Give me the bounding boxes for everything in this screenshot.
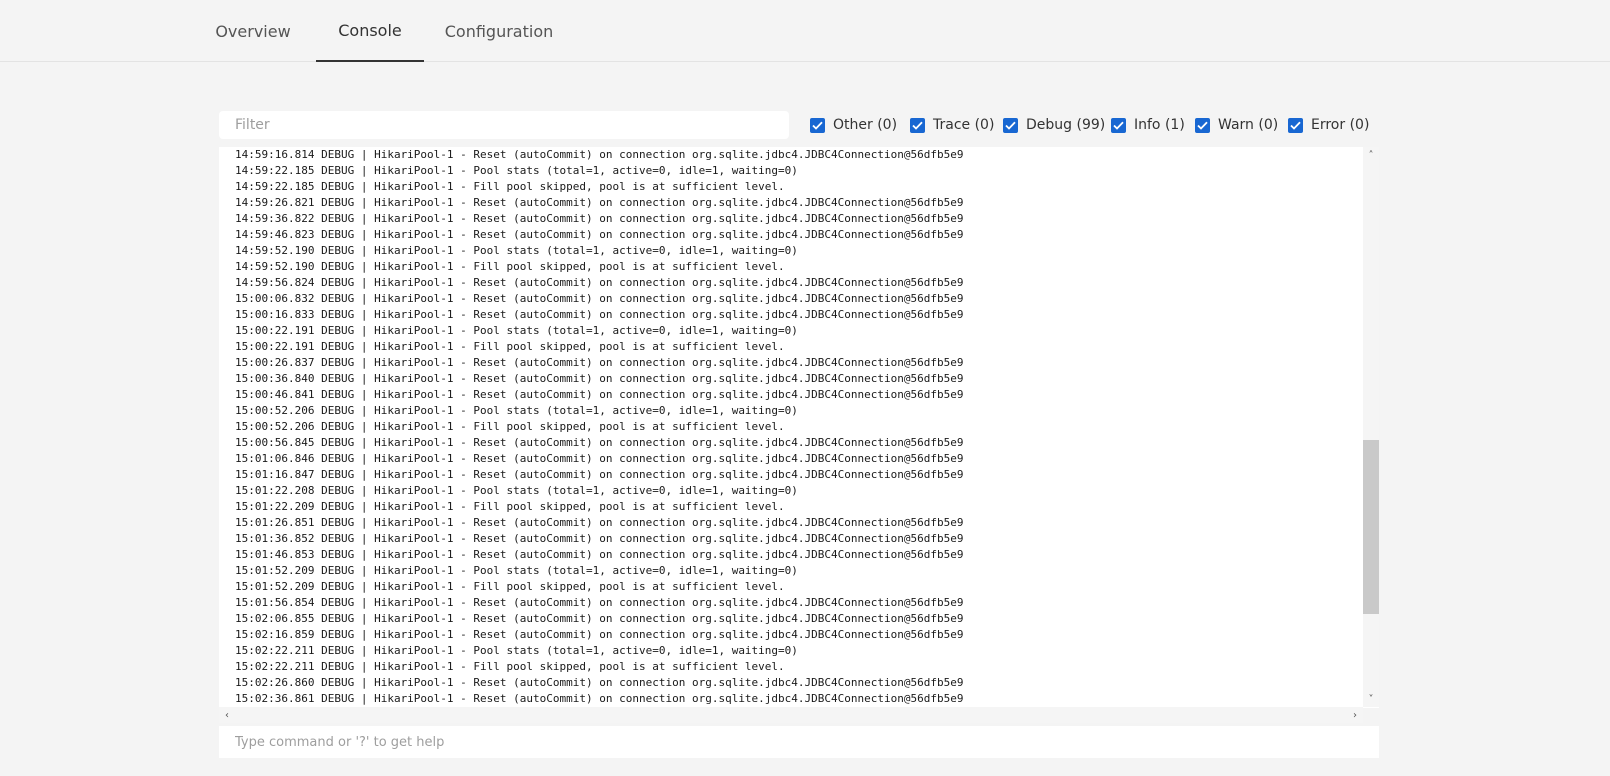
checkmark-icon (810, 117, 825, 133)
level-other-checkbox[interactable]: Other (0) (810, 114, 897, 136)
tab-configuration[interactable]: Configuration (436, 0, 562, 62)
log-line: 15:01:56.854 DEBUG | HikariPool-1 - Rese… (235, 596, 964, 609)
console-log[interactable]: 14:59:16.814 DEBUG | HikariPool-1 - Rese… (219, 147, 1379, 708)
log-line: 15:02:22.211 DEBUG | HikariPool-1 - Fill… (235, 660, 785, 673)
checkmark-icon (1111, 117, 1126, 133)
log-line: 15:01:26.851 DEBUG | HikariPool-1 - Rese… (235, 516, 964, 529)
checkmark-icon (1195, 117, 1210, 133)
log-line: 15:00:52.206 DEBUG | HikariPool-1 - Pool… (235, 404, 798, 417)
tab-bar: Overview Console Configuration (0, 0, 1610, 62)
log-line: 14:59:22.185 DEBUG | HikariPool-1 - Fill… (235, 180, 785, 193)
horizontal-scrollbar[interactable] (219, 707, 1363, 723)
filter-input[interactable] (219, 111, 789, 139)
level-warn-checkbox[interactable]: Warn (0) (1195, 114, 1278, 136)
log-line: 15:01:36.852 DEBUG | HikariPool-1 - Rese… (235, 532, 964, 545)
level-debug-checkbox[interactable]: Debug (99) (1003, 114, 1105, 136)
log-line: 15:01:16.847 DEBUG | HikariPool-1 - Rese… (235, 468, 964, 481)
log-line: 14:59:36.822 DEBUG | HikariPool-1 - Rese… (235, 212, 964, 225)
chevron-right-icon[interactable]: › (1347, 707, 1363, 723)
level-label: Debug (99) (1026, 117, 1106, 133)
checkmark-icon (910, 117, 925, 133)
log-line: 15:00:36.840 DEBUG | HikariPool-1 - Rese… (235, 372, 964, 385)
level-label: Trace (0) (933, 117, 995, 133)
command-input[interactable] (219, 726, 1379, 758)
checkmark-icon (1288, 117, 1303, 133)
log-line: 14:59:52.190 DEBUG | HikariPool-1 - Pool… (235, 244, 798, 257)
log-line: 15:00:16.833 DEBUG | HikariPool-1 - Rese… (235, 308, 964, 321)
log-line: 14:59:46.823 DEBUG | HikariPool-1 - Rese… (235, 228, 964, 241)
log-line: 15:01:22.208 DEBUG | HikariPool-1 - Pool… (235, 484, 798, 497)
tab-console[interactable]: Console (316, 0, 424, 62)
checkmark-icon (1003, 117, 1018, 133)
log-line: 15:00:06.832 DEBUG | HikariPool-1 - Rese… (235, 292, 964, 305)
level-info-checkbox[interactable]: Info (1) (1111, 114, 1185, 136)
log-line: 15:02:16.859 DEBUG | HikariPool-1 - Rese… (235, 628, 964, 641)
log-line: 15:01:06.846 DEBUG | HikariPool-1 - Rese… (235, 452, 964, 465)
vertical-scrollbar[interactable] (1363, 147, 1379, 707)
level-label: Info (1) (1134, 117, 1185, 133)
log-line: 14:59:22.185 DEBUG | HikariPool-1 - Pool… (235, 164, 798, 177)
log-line: 14:59:52.190 DEBUG | HikariPool-1 - Fill… (235, 260, 785, 273)
log-line: 15:02:22.211 DEBUG | HikariPool-1 - Pool… (235, 644, 798, 657)
level-label: Error (0) (1311, 117, 1370, 133)
log-line: 14:59:16.814 DEBUG | HikariPool-1 - Rese… (235, 148, 964, 161)
log-line: 15:00:26.837 DEBUG | HikariPool-1 - Rese… (235, 356, 964, 369)
log-line: 14:59:26.821 DEBUG | HikariPool-1 - Rese… (235, 196, 964, 209)
tab-overview[interactable]: Overview (210, 0, 296, 62)
log-line: 15:02:06.855 DEBUG | HikariPool-1 - Rese… (235, 612, 964, 625)
log-line: 15:00:46.841 DEBUG | HikariPool-1 - Rese… (235, 388, 964, 401)
log-line: 15:01:52.209 DEBUG | HikariPool-1 - Pool… (235, 564, 798, 577)
level-label: Warn (0) (1218, 117, 1279, 133)
log-line: 15:02:36.861 DEBUG | HikariPool-1 - Rese… (235, 692, 964, 705)
log-line: 15:01:46.853 DEBUG | HikariPool-1 - Rese… (235, 548, 964, 561)
log-line: 15:00:52.206 DEBUG | HikariPool-1 - Fill… (235, 420, 785, 433)
log-line: 15:01:52.209 DEBUG | HikariPool-1 - Fill… (235, 580, 785, 593)
log-line: 15:00:56.845 DEBUG | HikariPool-1 - Rese… (235, 436, 964, 449)
log-line: 14:59:56.824 DEBUG | HikariPool-1 - Rese… (235, 276, 964, 289)
log-line: 15:02:26.860 DEBUG | HikariPool-1 - Rese… (235, 676, 964, 689)
chevron-down-icon[interactable]: ˅ (1363, 691, 1379, 707)
log-line: 15:01:22.209 DEBUG | HikariPool-1 - Fill… (235, 500, 785, 513)
chevron-up-icon[interactable]: ˄ (1363, 147, 1379, 163)
level-label: Other (0) (833, 117, 898, 133)
level-trace-checkbox[interactable]: Trace (0) (910, 114, 994, 136)
vertical-scroll-thumb[interactable] (1363, 440, 1379, 614)
chevron-left-icon[interactable]: ‹ (219, 707, 235, 723)
level-error-checkbox[interactable]: Error (0) (1288, 114, 1369, 136)
log-lines: 14:59:16.814 DEBUG | HikariPool-1 - Rese… (235, 147, 1355, 707)
log-line: 15:00:22.191 DEBUG | HikariPool-1 - Pool… (235, 324, 798, 337)
log-line: 15:00:22.191 DEBUG | HikariPool-1 - Fill… (235, 340, 785, 353)
